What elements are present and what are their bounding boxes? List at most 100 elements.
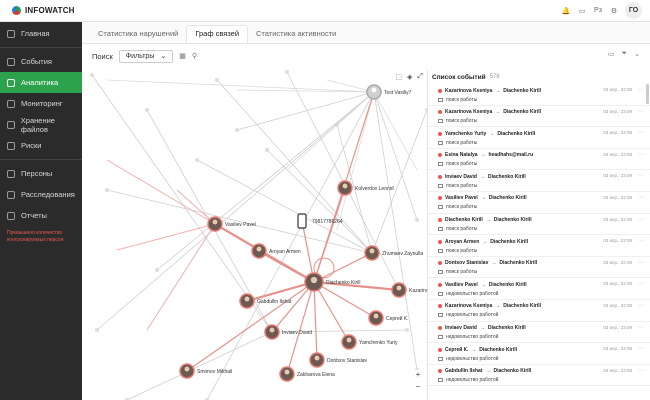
graph-node-person[interactable]: Сергей К. — [368, 310, 408, 326]
graph-canvas[interactable]: Test Vasiliy7 Kolverdov Leonid 79817786264… — [87, 70, 427, 400]
graph-node-minor[interactable] — [285, 70, 289, 74]
more-icon[interactable]: ⋯ — [638, 302, 644, 309]
sidebar-item-reports[interactable]: Отчеты — [0, 205, 82, 226]
zoom-in-button[interactable]: + — [413, 370, 423, 380]
event-row[interactable]: Yamchenko Yuriy → Diachenko Kirill 03 апр.,… — [428, 127, 650, 149]
event-row[interactable]: Vasiliev Pavel → Diachenko Kirill 03 апр., … — [428, 278, 650, 300]
pin-icon[interactable]: ⚲ — [192, 52, 197, 60]
graph-node-minor[interactable] — [215, 78, 219, 82]
user-avatar[interactable]: ГО — [625, 2, 642, 19]
more-icon[interactable]: ⋯ — [638, 194, 644, 201]
event-date: 03 апр., 22:08 — [603, 194, 632, 200]
event-date: 03 апр., 22:08 — [603, 324, 632, 330]
event-row[interactable]: Aroyan Armen → Diachenko Kirill 03 апр., 22… — [428, 235, 650, 257]
graph-node-minor[interactable] — [415, 218, 419, 222]
more-icon[interactable]: ⋯ — [638, 172, 644, 179]
graph-node-person[interactable]: Aroyan Armen — [251, 243, 301, 259]
graph-node-minor[interactable] — [95, 328, 99, 332]
event-from: Diachenko Kirill — [445, 217, 483, 224]
sidebar-item-monitoring[interactable]: Мониторинг — [0, 93, 82, 114]
more-icon[interactable]: ⋯ — [638, 345, 644, 352]
graph-node-minor[interactable] — [405, 328, 409, 332]
graph-node-minor[interactable] — [145, 108, 149, 112]
graph-node-person[interactable]: Kazarinova — [391, 282, 427, 298]
event-row[interactable]: Gabdullin Ilshat → Diachenko Kirill 03 апр.… — [428, 365, 650, 387]
event-from: Dontsov Stanislav — [445, 260, 489, 267]
event-row[interactable]: Inviaev David → Diachenko Kirill 03 апр., 2… — [428, 170, 650, 192]
select-tool-icon[interactable]: ⬚ — [395, 73, 402, 81]
layers-icon[interactable]: ◈ — [407, 73, 412, 81]
settings-icon[interactable]: ⚙ — [609, 7, 619, 15]
avatar-face — [184, 366, 190, 372]
more-icon[interactable]: ⋯ — [638, 129, 644, 136]
graph-node-minor[interactable] — [235, 128, 239, 132]
relationship-graph[interactable]: Test Vasiliy7 Kolverdov Leonid 79817786264… — [87, 70, 427, 400]
sidebar-item-persons[interactable]: Персоны — [0, 163, 82, 184]
sidebar-item-home[interactable]: Главная — [0, 23, 82, 44]
arrow-right-icon: → — [489, 130, 495, 137]
event-from: Yamchenko Yuriy — [445, 130, 487, 137]
event-row[interactable]: Esina Natalya → headhahs@mail.ru 03 апр., 2… — [428, 149, 650, 171]
fullscreen-icon[interactable]: ⤢ — [417, 73, 423, 81]
language-icon[interactable]: Рз — [593, 7, 603, 14]
more-icon[interactable]: ⋯ — [638, 324, 644, 331]
event-row[interactable]: Kazarinova Kseniya → Diachenko Kirill 03 ап… — [428, 84, 650, 106]
graph-node-minor[interactable] — [195, 158, 199, 162]
more-icon[interactable]: ⋯ — [638, 216, 644, 223]
sidebar-item-events[interactable]: События — [0, 51, 82, 72]
event-row[interactable]: Сергей К. → Diachenko Kirill 03 апр., 22:08… — [428, 343, 650, 365]
event-row[interactable]: Kazarinova Kseniya → Diachenko Kirill 03 ап… — [428, 106, 650, 128]
more-icon[interactable]: ⋯ — [638, 280, 644, 287]
calendar-icon[interactable]: ▦ — [179, 52, 186, 60]
graph-node-minor[interactable] — [155, 268, 159, 272]
monitor-icon[interactable]: ▭ — [577, 7, 587, 15]
arrow-right-icon: → — [480, 195, 486, 202]
zoom-out-button[interactable]: − — [413, 382, 423, 392]
graph-edge — [236, 91, 375, 131]
tab-violation-stats[interactable]: Статистика нарушений — [90, 25, 186, 43]
brand-name: INFOWATCH — [25, 6, 75, 15]
graph-node-person[interactable]: Test Vasiliy7 — [366, 84, 412, 100]
bell-icon[interactable]: 🔔 — [561, 7, 571, 15]
sidebar-item-risks[interactable]: Риски — [0, 135, 82, 156]
graph-node-minor[interactable] — [105, 188, 109, 192]
graph-node-person[interactable]: Smirnov Mikhail — [179, 363, 232, 379]
graph-node-person[interactable]: Vasiliev Pavel — [207, 216, 256, 232]
folder-icon[interactable]: ▭ — [608, 50, 615, 58]
event-row[interactable]: Vasiliev Pavel → Diachenko Kirill 03 апр., … — [428, 192, 650, 214]
filter-icon[interactable]: ⏷ — [622, 50, 628, 58]
event-date: 03 апр., 22:08 — [603, 281, 632, 287]
graph-node-person[interactable]: Kolverdov Leonid — [337, 180, 394, 196]
sidebar-item-analytics[interactable]: Аналитика — [0, 72, 82, 93]
graph-node-person[interactable]: Dontsov Stanislav — [309, 352, 368, 368]
graph-node-person[interactable]: Zakharova Elena — [279, 366, 335, 382]
tab-relationship-graph[interactable]: Граф связей — [186, 25, 249, 43]
tab-activity-stats[interactable]: Статистика активности — [248, 25, 344, 43]
violation-dot-icon — [438, 326, 442, 331]
graph-node-minor[interactable] — [265, 148, 269, 152]
more-icon[interactable]: ⋯ — [638, 237, 644, 244]
more-icon[interactable]: ⋯ — [638, 259, 644, 266]
graph-node-person[interactable]: Diachenko Kirill — [304, 272, 360, 292]
logo[interactable]: INFOWATCH — [0, 6, 82, 15]
graph-node-minor[interactable] — [90, 73, 94, 77]
graph-node-person[interactable]: Inviaev David — [264, 324, 312, 340]
sidebar-item-investigations[interactable]: Расследования — [0, 184, 82, 205]
more-icon[interactable]: ⋯ — [638, 151, 644, 158]
event-row[interactable]: Kazarinova Kseniya → Diachenko Kirill 03 ап… — [428, 300, 650, 322]
filter-dropdown[interactable]: Фильтры ⌄ — [118, 49, 174, 63]
event-row[interactable]: Inviaev David → Diachenko Kirill 03 апр., 2… — [428, 322, 650, 344]
graph-node-person[interactable]: Yamchenko Yuriy — [341, 334, 398, 350]
more-icon[interactable]: ⋯ — [638, 367, 644, 374]
event-row[interactable]: Diachenko Kirill → Diachenko Kirill 03 апр.… — [428, 214, 650, 236]
event-subject: недовольство работой — [446, 355, 499, 362]
more-icon[interactable]: ⋯ — [638, 108, 644, 115]
collapse-icon[interactable]: ⌄ — [634, 50, 640, 58]
graph-node-person[interactable]: Zhumaev Zaynulla — [364, 245, 423, 261]
event-row[interactable]: Dontsov Stanislav → Diachenko Kirill 03 апр… — [428, 257, 650, 279]
event-to: Diachenko Kirill — [503, 303, 542, 310]
event-from: Vasiliev Pavel — [445, 195, 478, 202]
more-icon[interactable]: ⋯ — [638, 86, 644, 93]
sidebar-item-file-storage[interactable]: Хранение файлов — [0, 114, 82, 135]
violation-dot-icon — [438, 261, 442, 266]
